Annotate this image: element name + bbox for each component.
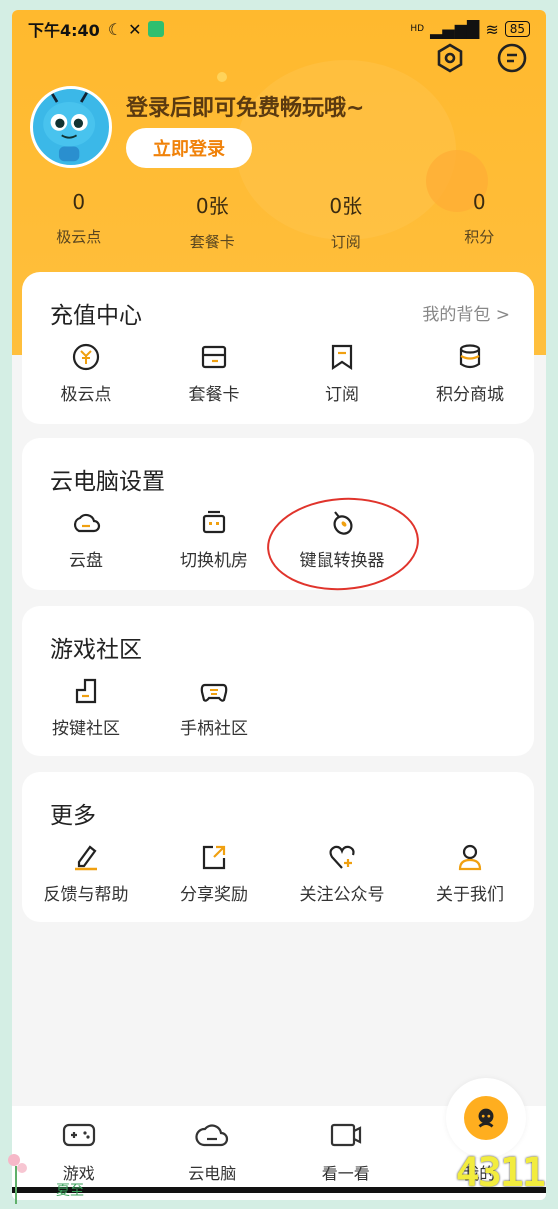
menu-item-label: 分享奖励 [180, 885, 248, 905]
tab-watch[interactable]: 看一看 [279, 1106, 413, 1200]
edit-icon [75, 845, 97, 871]
menu-item-label: 按键社区 [52, 719, 120, 739]
menu-item-cloud-disk[interactable]: 云盘 [22, 508, 150, 571]
recharge-card: 充值中心 我的背包 > 极云点 套餐卡 订阅 积分商城 [22, 272, 534, 424]
stat-item[interactable]: 0张 套餐卡 [146, 190, 280, 252]
menu-item-switch-room[interactable]: 切换机房 [150, 508, 278, 571]
gamepad-tab-icon [62, 1123, 95, 1147]
more-items: 反馈与帮助 分享奖励 关注公众号 关于我们 [22, 842, 534, 905]
menu-item-label: 手柄社区 [180, 719, 248, 739]
menu-item-points-mall[interactable]: 积分商城 [406, 342, 534, 405]
cloud-icon [73, 513, 101, 533]
message-icon[interactable] [496, 42, 528, 78]
menu-item-label: 套餐卡 [188, 385, 240, 405]
menu-item-label: 极云点 [60, 385, 112, 405]
key-icon [75, 678, 97, 704]
stat-label: 套餐卡 [189, 233, 235, 251]
menu-item-about-us[interactable]: 关于我们 [406, 842, 534, 905]
menu-item-label: 关注公众号 [299, 885, 385, 905]
database-icon [459, 344, 481, 369]
stat-item[interactable]: 0 极云点 [12, 190, 146, 252]
stat-label: 订阅 [330, 233, 361, 251]
decor-dot [217, 72, 227, 82]
stat-label: 积分 [464, 228, 495, 246]
stat-item[interactable]: 0张 订阅 [279, 190, 413, 252]
settings-hex-icon[interactable] [434, 42, 466, 78]
mute-icon: ✕ [128, 19, 142, 39]
menu-item-subscribe[interactable]: 订阅 [278, 342, 406, 405]
stat-label: 极云点 [56, 228, 102, 246]
status-icons-right: HD ▂▄▆█ ≋ 85 [410, 20, 530, 39]
status-icons-left: ☾ ✕ [108, 20, 164, 39]
video-icon [330, 1123, 361, 1147]
menu-item-package-card[interactable]: 套餐卡 [150, 342, 278, 405]
more-card: 更多 反馈与帮助 分享奖励 关注公众号 关于我们 [22, 772, 534, 922]
share-icon [202, 845, 226, 870]
stats-row: 0 极云点 0张 套餐卡 0张 订阅 0 积分 [12, 190, 546, 252]
my-backpack-link[interactable]: 我的背包 > [422, 300, 510, 325]
section-title: 更多 [50, 803, 96, 829]
status-time: 下午4:40 [28, 21, 100, 40]
menu-item-gamepad-community[interactable]: 手柄社区 [150, 676, 278, 739]
section-title: 充值中心 [50, 303, 142, 329]
wifi-icon: ≋ [485, 19, 499, 39]
shield-app-icon [147, 21, 164, 37]
stat-value: 0 [472, 190, 486, 214]
menu-item-label: 关于我们 [436, 885, 504, 905]
login-button[interactable]: 立即登录 [126, 128, 252, 168]
flower-decoration-icon [8, 1154, 27, 1204]
battery-indicator: 85 [504, 21, 530, 37]
cloud-tab-icon [195, 1124, 229, 1147]
signal-icon: ▂▄▆█ [430, 19, 480, 39]
tab-label: 看一看 [321, 1164, 370, 1183]
person-icon [458, 844, 482, 871]
season-label: 夏至 [56, 1183, 84, 1199]
community-card: 游戏社区 按键社区 手柄社区 [22, 606, 534, 756]
menu-item-follow-official[interactable]: 关注公众号 [278, 842, 406, 905]
menu-item-label: 积分商城 [436, 385, 504, 405]
community-items: 按键社区 手柄社区 [22, 676, 534, 739]
login-prompt: 登录后即可免费畅玩哦~ [126, 96, 365, 121]
header-actions [434, 42, 528, 78]
server-icon [202, 510, 226, 534]
heart-icon [329, 845, 355, 869]
card-icon [201, 345, 227, 369]
menu-item-key-community[interactable]: 按键社区 [22, 676, 150, 739]
stat-value: 0张 [195, 194, 229, 218]
mine-face-icon [464, 1096, 508, 1140]
menu-item-yunpoint[interactable]: 极云点 [22, 342, 150, 405]
menu-item-label: 反馈与帮助 [43, 885, 129, 905]
status-bar: 下午4:40 ☾ ✕ HD ▂▄▆█ ≋ 85 [28, 14, 530, 44]
recharge-items: 极云点 套餐卡 订阅 积分商城 [22, 342, 534, 405]
section-title: 游戏社区 [50, 637, 142, 663]
avatar[interactable] [30, 86, 112, 168]
stat-value: 0张 [329, 194, 363, 218]
bookmark-icon [331, 344, 353, 371]
menu-item-share-reward[interactable]: 分享奖励 [150, 842, 278, 905]
moon-icon: ☾ [107, 19, 123, 39]
coin-icon [72, 343, 100, 371]
tab-label: 云电脑 [188, 1164, 237, 1183]
menu-item-label: 切换机房 [180, 551, 248, 571]
menu-item-feedback[interactable]: 反馈与帮助 [22, 842, 150, 905]
hd-badge: HD [410, 24, 425, 34]
gamepad-icon [200, 683, 228, 702]
section-title: 云电脑设置 [50, 469, 165, 495]
mine-tab-fab[interactable] [446, 1078, 526, 1158]
menu-item-label: 订阅 [325, 385, 359, 405]
stat-item[interactable]: 0 积分 [413, 190, 547, 252]
watermark-logo: 4311 [455, 1150, 546, 1196]
menu-item-label: 云盘 [69, 551, 103, 571]
stat-value: 0 [72, 190, 86, 214]
tab-cloud-pc[interactable]: 云电脑 [146, 1106, 280, 1200]
app-screen: 下午4:40 ☾ ✕ HD ▂▄▆█ ≋ 85 登录后即可免费畅玩哦~ 立即登录… [12, 10, 546, 1200]
